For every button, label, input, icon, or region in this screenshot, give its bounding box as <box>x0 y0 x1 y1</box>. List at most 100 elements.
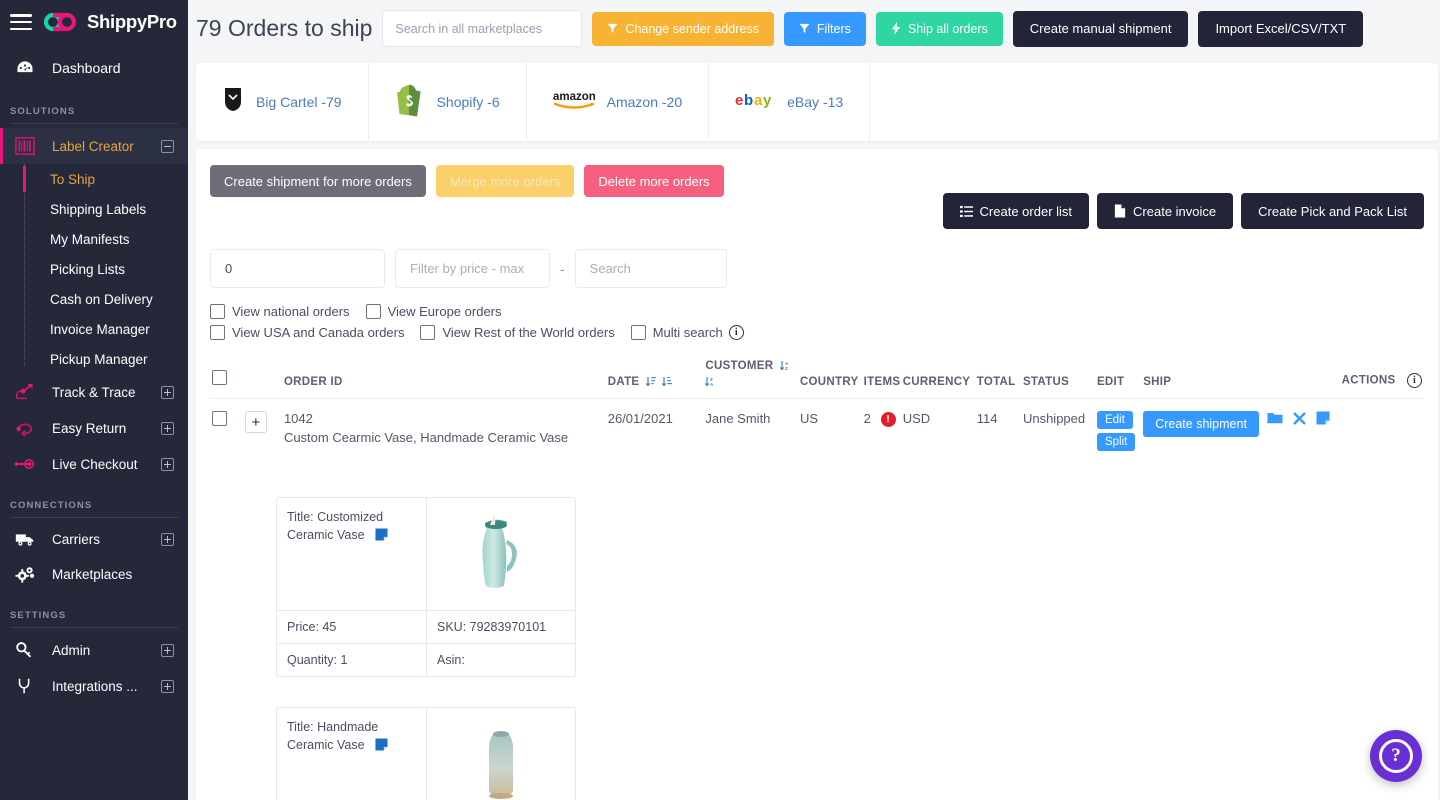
info-circle-icon[interactable]: i <box>728 325 744 340</box>
sidebar-item-label-creator[interactable]: Label Creator <box>0 128 188 164</box>
filter-price-max-input[interactable] <box>395 249 550 288</box>
split-order-button[interactable]: Split <box>1096 433 1136 452</box>
header-order-id[interactable]: ORDER ID <box>281 354 606 400</box>
orders-table-header-row: ORDER ID DATE CUSTOMER A Z Z A COUNTRY I… <box>210 354 1424 400</box>
row-checkbox[interactable] <box>212 411 227 427</box>
change-sender-address-label: Change sender address <box>625 21 759 36</box>
table-row[interactable]: + 1042 Custom Cearmic Vase, Handmade Cer… <box>210 399 1424 468</box>
info-circle-icon[interactable]: i <box>1407 373 1422 389</box>
search-marketplaces-input[interactable] <box>382 10 583 47</box>
folder-icon[interactable] <box>1266 411 1283 425</box>
sidebar-item-integrations[interactable]: Integrations ... <box>0 668 188 704</box>
checkbox-view-europe-orders[interactable]: View Europe orders <box>365 304 502 319</box>
tab-amazon[interactable]: amazon Amazon -20 <box>527 63 710 141</box>
header-country[interactable]: COUNTRY <box>797 354 862 400</box>
checkbox-box[interactable] <box>420 325 436 340</box>
header-currency[interactable]: CURRENCY <box>900 354 975 400</box>
checkbox-box[interactable] <box>210 304 225 319</box>
change-sender-address-button[interactable]: Change sender address <box>592 11 774 46</box>
sidebar-item-to-ship[interactable]: To Ship <box>0 164 188 194</box>
sidebar-item-my-manifests[interactable]: My Manifests <box>0 224 188 254</box>
sort-za-icon[interactable]: Z A <box>705 376 715 388</box>
header-total[interactable]: TOTAL <box>974 354 1021 400</box>
hamburger-menu-icon[interactable] <box>10 14 32 30</box>
header-status[interactable]: STATUS <box>1020 354 1095 400</box>
sidebar-item-cash-on-delivery[interactable]: Cash on Delivery <box>0 284 188 314</box>
header-items[interactable]: ITEMS <box>861 354 901 400</box>
sidebar-item-dashboard[interactable]: Dashboard <box>0 48 188 88</box>
checkbox-box[interactable] <box>210 325 225 340</box>
checkbox-label: View Europe orders <box>387 304 502 319</box>
sidebar-item-marketplaces[interactable]: Marketplaces <box>0 556 188 592</box>
svg-text:b: b <box>744 92 753 109</box>
create-shipment-for-more-orders-button[interactable]: Create shipment for more orders <box>210 165 426 197</box>
sidebar-item-admin[interactable]: Admin <box>0 632 188 668</box>
collapse-minus-icon[interactable] <box>161 139 174 153</box>
note-icon[interactable] <box>375 528 388 541</box>
header-customer[interactable]: CUSTOMER A Z Z A <box>703 354 798 400</box>
select-all-header <box>210 354 243 400</box>
track-trace-icon <box>12 382 38 402</box>
select-all-checkbox[interactable] <box>212 370 227 386</box>
orders-search-input[interactable] <box>574 249 727 288</box>
sidebar-item-easy-return[interactable]: Easy Return <box>0 410 188 446</box>
edit-order-button[interactable]: Edit <box>1096 411 1133 430</box>
shippypro-logo[interactable]: ShippyPro <box>42 11 177 33</box>
create-pick-and-pack-list-button[interactable]: Create Pick and Pack List <box>1241 193 1424 229</box>
note-icon[interactable] <box>375 738 388 751</box>
expand-plus-icon[interactable] <box>161 643 174 657</box>
expand-plus-icon[interactable] <box>161 385 174 399</box>
create-order-list-button[interactable]: Create order list <box>942 193 1090 229</box>
page-toolbar: 79 Orders to ship Change sender address … <box>188 0 1440 57</box>
divider <box>10 517 178 518</box>
sort-asc-icon[interactable] <box>645 376 656 388</box>
sidebar-item-shipping-labels[interactable]: Shipping Labels <box>0 194 188 224</box>
note-icon[interactable] <box>1316 411 1330 425</box>
checkbox-view-national-orders[interactable]: View national orders <box>210 304 350 319</box>
filter-price-min-input[interactable] <box>210 249 385 288</box>
close-x-icon[interactable] <box>1292 411 1306 425</box>
merge-more-orders-button[interactable]: Merge more orders <box>435 165 575 197</box>
orders-table: ORDER ID DATE CUSTOMER A Z Z A COUNTRY I… <box>210 354 1424 467</box>
checkbox-box[interactable] <box>365 304 381 319</box>
header-date[interactable]: DATE <box>605 354 704 400</box>
expand-row-plus-icon[interactable]: + <box>244 411 267 434</box>
svg-text:y: y <box>763 92 772 109</box>
row-date: 26/01/2021 <box>607 411 673 427</box>
ceramic-vase-image <box>489 731 513 800</box>
sidebar-item-invoice-manager[interactable]: Invoice Manager <box>0 314 188 344</box>
checkbox-multi-search[interactable]: Multi search <box>630 325 723 340</box>
sidebar-item-live-checkout[interactable]: Live Checkout <box>0 446 188 482</box>
sidebar-item-pickup-manager[interactable]: Pickup Manager <box>0 344 188 374</box>
create-manual-shipment-button[interactable]: Create manual shipment <box>1012 10 1189 47</box>
sort-az-icon[interactable]: A Z <box>779 360 790 372</box>
product-sku: SKU: 79283970101 <box>437 620 547 635</box>
sidebar-item-track-trace[interactable]: Track & Trace <box>0 374 188 410</box>
checkbox-row-2: View USA and Canada orders View Rest of … <box>210 325 1424 340</box>
tab-big-cartel[interactable]: Big Cartel -79 <box>196 63 369 141</box>
import-excel-csv-txt-button[interactable]: Import Excel/CSV/TXT <box>1198 10 1364 47</box>
filters-button[interactable]: Filters <box>783 11 866 46</box>
expand-plus-icon[interactable] <box>161 679 174 693</box>
create-manual-shipment-label: Create manual shipment <box>1029 21 1172 36</box>
delete-more-orders-button[interactable]: Delete more orders <box>584 165 724 197</box>
header-actions-label: ACTIONS <box>1341 374 1396 387</box>
row-items: 2 <box>863 411 871 427</box>
help-button[interactable]: ? <box>1370 730 1422 782</box>
create-shipment-button[interactable]: Create shipment <box>1143 411 1259 438</box>
expand-plus-icon[interactable] <box>161 421 174 435</box>
tab-shopify[interactable]: Shopify -6 <box>369 63 527 141</box>
items-alert-icon[interactable]: ! <box>880 412 896 428</box>
expand-plus-icon[interactable] <box>161 532 174 546</box>
checkbox-view-usa-canada-orders[interactable]: View USA and Canada orders <box>210 325 404 340</box>
sidebar-item-carriers[interactable]: Carriers <box>0 522 188 556</box>
checkbox-view-rest-of-world-orders[interactable]: View Rest of the World orders <box>420 325 615 340</box>
tab-ebay[interactable]: e b a y eBay -13 <box>709 63 871 141</box>
ship-all-orders-button[interactable]: Ship all orders <box>875 11 1003 46</box>
expand-plus-icon[interactable] <box>161 457 174 471</box>
divider <box>10 627 178 628</box>
checkbox-box[interactable] <box>630 325 646 340</box>
sort-desc-icon[interactable] <box>662 376 673 388</box>
create-invoice-button[interactable]: Create invoice <box>1097 193 1234 229</box>
sidebar-item-picking-lists[interactable]: Picking Lists <box>0 254 188 284</box>
